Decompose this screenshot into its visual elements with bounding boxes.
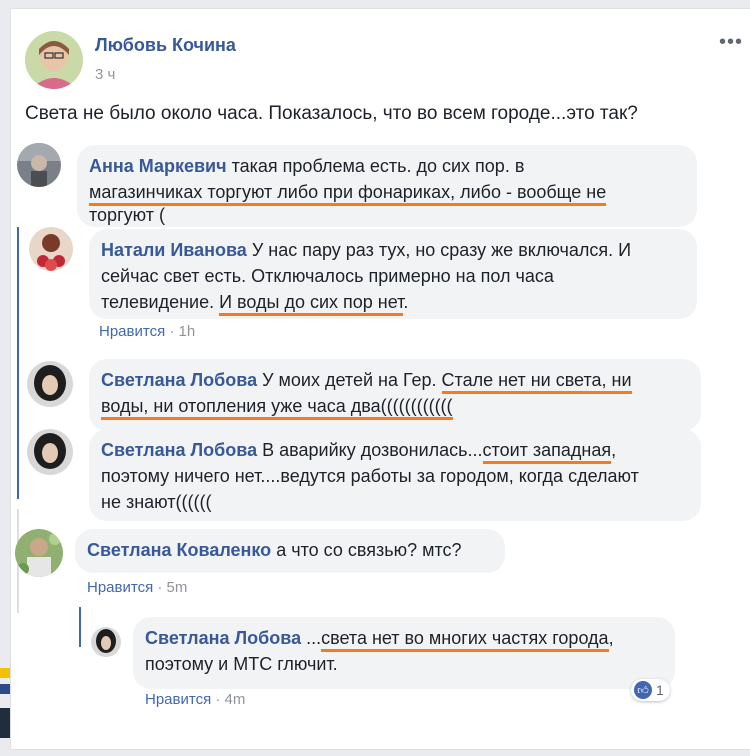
separator-dot: · <box>157 579 163 596</box>
commenter-avatar[interactable] <box>29 227 73 271</box>
comment-text: У нас пару раз тух, но сразу же включалс… <box>251 240 632 260</box>
like-button[interactable]: Нравится <box>87 579 153 596</box>
background-strip <box>0 640 10 756</box>
reply-thread-line <box>17 227 19 499</box>
post-card: Любовь Кочина 3 ч ••• Света не было окол… <box>10 8 750 750</box>
reaction-count[interactable]: 👍︎ 1 <box>631 679 670 701</box>
separator-dot: · <box>215 691 221 708</box>
comment-bubble: Светлана Лобова В аварийку дозвонилась..… <box>89 429 701 521</box>
reaction-count-label: 1 <box>656 682 664 698</box>
comment-author-name[interactable]: Светлана Лобова <box>101 370 257 390</box>
post-timestamp[interactable]: 3 ч <box>95 66 115 83</box>
post-author-avatar[interactable] <box>25 31 83 89</box>
highlight-underline: света нет во многих частях города <box>321 628 609 652</box>
highlight-underline: магазинчиках торгуют либо при фонариках,… <box>89 182 607 206</box>
thumbs-up-icon: 👍︎ <box>634 681 652 699</box>
nested-reply-line <box>79 607 81 647</box>
comment-text: . <box>403 292 409 312</box>
highlight-underline: воды, ни отопления уже часа два(((((((((… <box>101 396 453 420</box>
comment-author-name[interactable]: Светлана Лобова <box>101 440 257 460</box>
comment-timestamp[interactable]: 5m <box>167 579 188 596</box>
highlight-underline: И воды до сих пор нет <box>219 292 404 316</box>
comment-timestamp[interactable]: 1h <box>179 323 196 340</box>
commenter-avatar[interactable] <box>27 361 73 407</box>
commenter-avatar[interactable] <box>17 143 61 187</box>
comment-text: а что со связью? мтс? <box>276 540 462 560</box>
comment-author-name[interactable]: Натали Иванова <box>101 240 247 260</box>
comment-text: У моих детей на Гер. <box>262 370 442 390</box>
comment-bubble: Светлана Коваленко а что со связью? мтс? <box>75 529 505 573</box>
commenter-avatar[interactable] <box>15 529 63 577</box>
comment-text: , <box>608 628 614 648</box>
post-text: Света не было около часа. Показалось, чт… <box>25 103 638 124</box>
comment-text: поэтому ничего нет....ведутся работы за … <box>101 466 639 486</box>
comment-text: такая проблема есть. до сих пор. в <box>231 156 525 176</box>
comment-bubble: Светлана Лобова У моих детей на Гер. Ста… <box>89 359 701 431</box>
post-author-name[interactable]: Любовь Кочина <box>95 35 236 56</box>
comment-author-name[interactable]: Светлана Лобова <box>145 628 301 648</box>
highlight-underline: стоит западная <box>482 440 612 464</box>
comment-timestamp[interactable]: 4m <box>225 691 246 708</box>
comment-bubble: Анна Маркевич такая проблема есть. до си… <box>77 145 697 227</box>
like-button[interactable]: Нравится <box>145 691 211 708</box>
comment-text: телевидение. <box>101 292 220 312</box>
separator-dot: · <box>169 323 175 340</box>
comment-bubble: Натали Иванова У нас пару раз тух, но ср… <box>89 229 697 319</box>
comment-text: поэтому и МТС глючит. <box>145 654 338 674</box>
comment-text: ... <box>306 628 322 648</box>
comment-actions: Нравится · 4m <box>145 691 245 708</box>
commenter-avatar[interactable] <box>91 627 121 657</box>
comment-text: В аварийку дозвонилась... <box>262 440 483 460</box>
comment-text: сейчас свет есть. Отключалось примерно н… <box>101 266 554 286</box>
comment-actions: Нравится · 5m <box>87 579 187 596</box>
comment-actions: Нравится · 1h <box>99 323 195 340</box>
like-button[interactable]: Нравится <box>99 323 165 340</box>
commenter-avatar[interactable] <box>27 429 73 475</box>
comment-author-name[interactable]: Светлана Коваленко <box>87 540 271 560</box>
highlight-underline: Стале нет ни света, ни <box>441 370 632 394</box>
more-options-icon[interactable]: ••• <box>719 31 743 54</box>
comment-author-name[interactable]: Анна Маркевич <box>89 156 227 176</box>
comment-text: , <box>611 440 617 460</box>
comment-bubble: Светлана Лобова ...света нет во многих ч… <box>133 617 675 689</box>
comment-text: не знают(((((( <box>101 492 212 512</box>
